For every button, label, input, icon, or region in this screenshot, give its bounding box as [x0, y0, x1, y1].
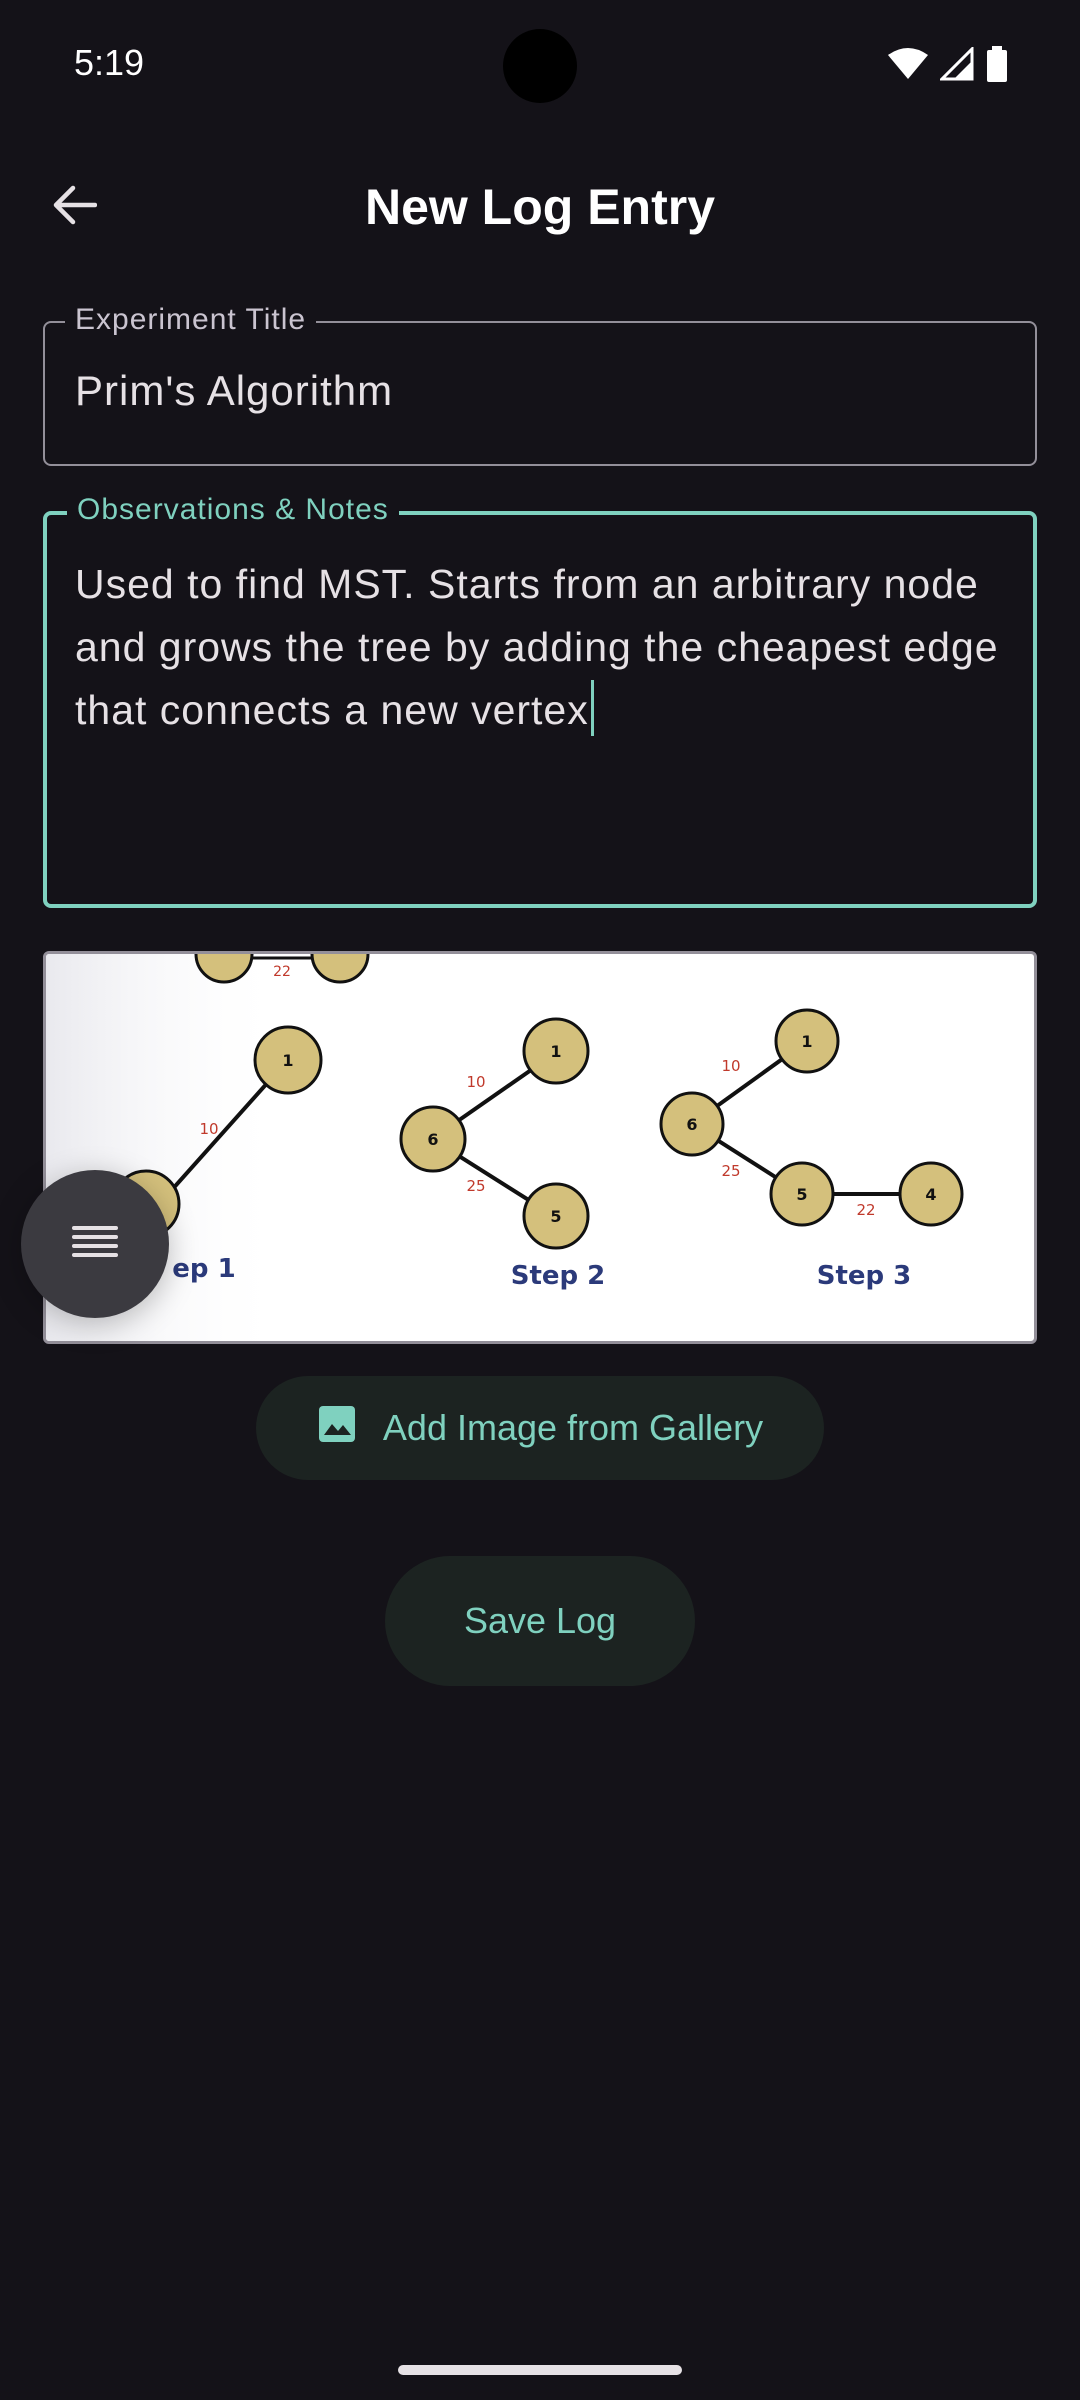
prims-algorithm-steps-image: 22 1 10 ep 1 1 6 5 10 25 Step 2 1 6 5 4 …	[46, 954, 964, 1341]
home-indicator[interactable]	[398, 2365, 682, 2375]
add-image-label: Add Image from Gallery	[382, 1407, 764, 1448]
battery-icon	[986, 46, 1008, 87]
step-2-label: Step 2	[511, 1261, 606, 1291]
save-log-label: Save Log	[463, 1600, 617, 1641]
experiment-title-input[interactable]: Prim's Algorithm	[75, 367, 393, 415]
status-icons	[888, 45, 1008, 87]
svg-text:25: 25	[721, 1162, 740, 1180]
step-3-label: Step 3	[817, 1261, 912, 1291]
save-log-button[interactable]: Save Log	[385, 1556, 695, 1686]
attached-image-preview[interactable]: 22 1 10 ep 1 1 6 5 10 25 Step 2 1 6 5 4 …	[43, 951, 1037, 1344]
step-2-graph: 1 6 5 10 25 Step 2	[399, 1017, 606, 1291]
svg-text:6: 6	[427, 1130, 438, 1149]
step-3-graph: 1 6 5 4 10 25 22 Step 3	[659, 1008, 964, 1291]
camera-cutout	[503, 29, 577, 103]
floating-menu-button[interactable]	[21, 1170, 169, 1318]
image-icon	[317, 1404, 357, 1453]
observations-notes-textarea[interactable]: Used to find MST. Starts from an arbitra…	[75, 553, 1005, 742]
partial-top-graph: 22	[194, 954, 370, 984]
svg-text:1: 1	[801, 1032, 812, 1051]
cellular-signal-icon	[938, 45, 974, 86]
svg-text:1: 1	[282, 1051, 293, 1070]
svg-text:22: 22	[273, 964, 291, 980]
experiment-title-label: Experiment Title	[65, 303, 317, 337]
notes-text-value: Used to find MST. Starts from an arbitra…	[75, 561, 999, 733]
svg-text:1: 1	[550, 1042, 561, 1061]
menu-icon	[70, 1222, 120, 1267]
observations-notes-label: Observations & Notes	[67, 493, 399, 527]
step-1-label: ep 1	[172, 1254, 235, 1284]
svg-text:5: 5	[796, 1185, 807, 1204]
svg-text:10: 10	[466, 1073, 485, 1091]
status-bar: 5:19	[0, 0, 1080, 130]
observations-notes-field[interactable]: Observations & Notes Used to find MST. S…	[43, 493, 1037, 908]
wifi-icon	[888, 47, 928, 86]
svg-text:25: 25	[466, 1177, 485, 1195]
svg-text:10: 10	[721, 1057, 740, 1075]
experiment-title-field[interactable]: Experiment Title Prim's Algorithm	[43, 303, 1037, 466]
add-image-from-gallery-button[interactable]: Add Image from Gallery	[256, 1376, 824, 1480]
svg-text:4: 4	[925, 1185, 936, 1204]
status-time: 5:19	[74, 42, 145, 83]
app-bar: New Log Entry	[0, 150, 1080, 260]
svg-text:6: 6	[686, 1115, 697, 1134]
svg-text:5: 5	[550, 1207, 561, 1226]
text-cursor	[590, 680, 594, 736]
page-title: New Log Entry	[364, 179, 716, 235]
svg-text:10: 10	[199, 1120, 218, 1138]
svg-text:22: 22	[856, 1201, 875, 1219]
